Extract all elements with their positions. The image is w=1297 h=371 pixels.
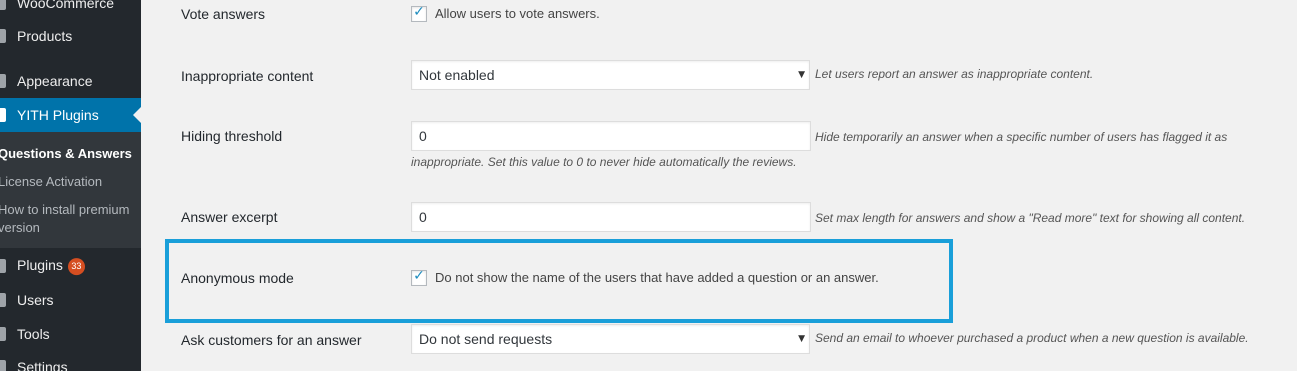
hiding-threshold-label: Hiding threshold [181, 128, 283, 144]
menu-item-users[interactable]: Users [0, 283, 141, 317]
menu-label-products: Products [17, 28, 73, 44]
menu-item-tools[interactable]: Tools [0, 317, 141, 351]
yith-submenu: Questions & Answers License Activation H… [0, 132, 141, 248]
menu-label-appearance: Appearance [17, 73, 93, 89]
submenu-item-license-activation[interactable]: License Activation [0, 173, 141, 191]
submenu-how-to-install-line1: How to install premium [0, 202, 130, 217]
menu-item-products[interactable]: Products [0, 19, 141, 53]
checkmark-icon: ✓ [413, 4, 425, 20]
menu-item-plugins[interactable]: Plugins 33 [0, 249, 141, 283]
woocommerce-icon [0, 0, 10, 11]
menu-label-woocommerce: WooCommerce [17, 0, 114, 11]
menu-item-appearance[interactable]: Appearance [0, 64, 141, 98]
settings-icon [0, 359, 10, 371]
products-icon [0, 28, 10, 44]
chevron-down-icon: ▼ [798, 334, 805, 344]
admin-sidebar: WooCommerce Products Appearance YITH Plu… [0, 0, 141, 371]
submenu-how-to-install-line2: version [0, 220, 40, 235]
menu-label-settings: Settings [17, 359, 68, 371]
menu-label-plugins: Plugins [17, 257, 63, 274]
vote-answers-checkbox[interactable]: ✓ [411, 4, 427, 22]
inappropriate-content-select[interactable]: Not enabled ▼ [411, 60, 810, 90]
menu-item-settings[interactable]: Settings [0, 350, 141, 371]
menu-label-tools: Tools [17, 326, 50, 342]
chevron-down-icon: ▼ [798, 70, 805, 80]
vote-answers-checkbox-text: Allow users to vote answers. [435, 6, 600, 21]
answer-excerpt-input[interactable]: 0 [411, 202, 811, 232]
menu-label-plugins-wrap: Plugins 33 [17, 257, 85, 275]
ask-customers-value: Do not send requests [419, 331, 553, 347]
menu-item-yith-plugins[interactable]: YITH Plugins [0, 98, 141, 132]
inappropriate-content-value: Not enabled [419, 67, 495, 83]
ask-customers-select[interactable]: Do not send requests ▼ [411, 324, 810, 354]
current-menu-arrow [133, 107, 141, 123]
answer-excerpt-label: Answer excerpt [181, 209, 278, 225]
ask-customers-description: Send an email to whoever purchased a pro… [815, 331, 1249, 345]
yith-icon [0, 107, 10, 123]
users-icon [0, 292, 10, 308]
appearance-icon [0, 73, 10, 89]
vote-answers-label: Vote answers [181, 6, 266, 22]
highlight-box [165, 239, 953, 323]
update-count-badge: 33 [67, 257, 85, 275]
menu-label-users: Users [17, 292, 54, 308]
hiding-threshold-input[interactable]: 0 [411, 121, 811, 151]
hiding-threshold-description-line2: inappropriate. Set this value to 0 to ne… [411, 155, 797, 169]
menu-label-yith-plugins: YITH Plugins [17, 107, 99, 123]
inappropriate-content-description: Let users report an answer as inappropri… [815, 67, 1094, 81]
submenu-item-how-to-install[interactable]: How to install premium version [0, 201, 141, 237]
submenu-item-questions-answers[interactable]: Questions & Answers [0, 145, 141, 163]
plugins-icon [0, 258, 10, 274]
ask-customers-label: Ask customers for an answer [181, 332, 362, 348]
inappropriate-content-label: Inappropriate content [181, 68, 314, 84]
menu-item-woocommerce[interactable]: WooCommerce [0, 0, 141, 20]
tools-icon [0, 326, 10, 342]
hiding-threshold-description-line1: Hide temporarily an answer when a specif… [815, 130, 1228, 144]
answer-excerpt-description: Set max length for answers and show a "R… [815, 211, 1246, 225]
